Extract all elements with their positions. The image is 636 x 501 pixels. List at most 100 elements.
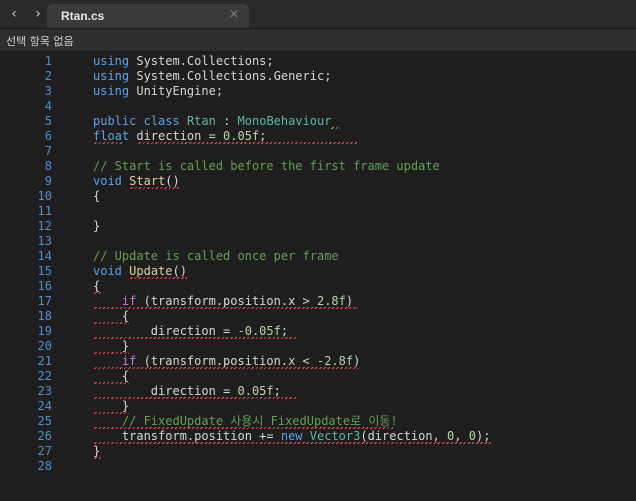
code-line[interactable]: // Start is called before the first fram… [93, 159, 440, 174]
code-token: float [93, 129, 130, 143]
line-number: 17 [37, 294, 52, 308]
line-number: 2 [44, 69, 52, 83]
error-squiggle [93, 457, 101, 459]
code-token: void [93, 264, 122, 278]
line-number: 28 [37, 459, 52, 473]
line-number: 1 [44, 54, 52, 68]
line-number: 10 [37, 189, 52, 203]
code-line[interactable]: // Update is called once per frame [93, 249, 339, 264]
line-number: 3 [44, 84, 52, 98]
code-token: System.Collections.Generic; [129, 69, 332, 83]
code-line[interactable]: using System.Collections; [93, 54, 274, 69]
code-token: if [121, 354, 137, 368]
code-token: ) [353, 354, 361, 368]
code-token: ; [273, 384, 281, 398]
code-text[interactable]: using System.Collections; using System.Co… [93, 52, 628, 501]
breadcrumb-text: 선택 항목 없음 [6, 35, 74, 48]
code-token: , [454, 429, 469, 443]
code-token: 2.8f [316, 294, 346, 308]
code-token: -0.05f [237, 324, 281, 338]
error-squiggle [93, 382, 129, 384]
code-token: ); [475, 429, 491, 443]
code-token: System.Collections; [129, 54, 274, 68]
code-token: { [93, 309, 130, 323]
code-token: { [93, 279, 101, 293]
code-token: void [93, 174, 122, 188]
error-squiggle [129, 187, 179, 189]
code-token: } [93, 339, 130, 353]
line-number: 4 [44, 99, 52, 113]
error-squiggle [137, 142, 357, 144]
close-icon[interactable]: × [227, 8, 241, 22]
line-number: 16 [37, 279, 52, 293]
tab-bar: ‹ › Rtan.cs × [0, 0, 636, 29]
code-token: // Update is called once per frame [93, 249, 339, 263]
line-number: 25 [37, 414, 52, 428]
line-number: 20 [37, 339, 52, 353]
code-token: 0.05f [237, 384, 274, 398]
code-token: // FixedUpdate 사용시 FixedUpdate로 이동! [121, 414, 398, 428]
line-number: 8 [44, 159, 52, 173]
code-line[interactable]: public class Rtan : MonoBehaviour [93, 114, 331, 129]
error-squiggle [93, 442, 491, 444]
code-token: () [165, 174, 180, 188]
editor-area[interactable]: 1 2 3 4 5 6 7 8 9 10 11 12 13 14 15 16 17 18 19 20 21 22 23 24 2… [0, 52, 636, 501]
line-number: 11 [37, 204, 52, 218]
error-squiggle [93, 322, 129, 324]
code-token: Vector3 [309, 429, 361, 443]
code-line[interactable]: { [93, 189, 100, 204]
code-token: (transform.position.x < [136, 354, 317, 368]
code-token: class [143, 114, 180, 128]
code-token: direction = [129, 129, 224, 143]
code-token: 0.05f [223, 129, 260, 143]
code-token: } [93, 444, 101, 458]
code-token: (transform.position.x > [136, 294, 317, 308]
back-arrow-icon[interactable]: ‹ [5, 5, 23, 23]
code-token: UnityEngine; [129, 84, 224, 98]
code-token: ; [280, 324, 289, 338]
line-number: 19 [37, 324, 52, 338]
forward-arrow-icon[interactable]: › [29, 5, 47, 23]
code-token: Rtan [186, 114, 216, 128]
line-number-gutter: 1 2 3 4 5 6 7 8 9 10 11 12 13 14 15 16 17 18 19 20 21 22 23 24 2… [0, 52, 62, 501]
code-token: -2.8f [316, 354, 354, 368]
line-number: 26 [37, 429, 52, 443]
code-line[interactable]: using UnityEngine; [93, 84, 223, 99]
code-line[interactable]: } [93, 219, 100, 234]
error-squiggle [330, 127, 340, 129]
error-squiggle [93, 412, 129, 414]
code-token: 0 [468, 429, 476, 443]
code-line[interactable]: using System.Collections.Generic; [93, 69, 331, 84]
code-token: } [93, 399, 130, 413]
line-number: 27 [37, 444, 52, 458]
error-squiggle [93, 307, 358, 309]
breadcrumb: 선택 항목 없음 [0, 29, 636, 52]
line-number: 23 [37, 384, 52, 398]
code-token: new [280, 429, 303, 443]
line-number: 9 [44, 174, 52, 188]
code-token: ; [259, 129, 267, 143]
line-number: 18 [37, 309, 52, 323]
error-squiggle [93, 142, 123, 144]
line-number: 14 [37, 249, 52, 263]
tab-rtan-cs[interactable]: Rtan.cs × [47, 4, 249, 28]
error-squiggle [93, 352, 129, 354]
error-squiggle [129, 277, 187, 279]
line-number: 5 [44, 114, 52, 128]
code-token: { [93, 189, 101, 203]
line-number: 12 [37, 219, 52, 233]
code-token: using [93, 69, 130, 83]
error-squiggle [93, 292, 101, 294]
error-squiggle [93, 337, 297, 339]
code-token: using [93, 84, 130, 98]
line-number: 6 [44, 129, 52, 143]
line-number: 13 [37, 234, 52, 248]
line-number: 21 [37, 354, 52, 368]
code-token: () [172, 264, 187, 278]
